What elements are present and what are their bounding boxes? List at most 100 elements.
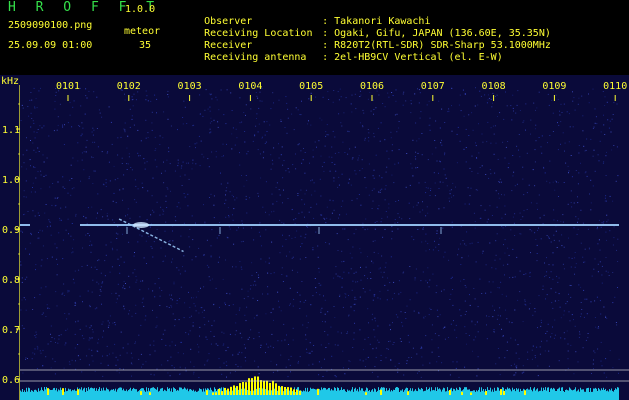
noise-dot — [595, 326, 597, 328]
noise-dot — [370, 110, 372, 112]
noise-dot — [371, 319, 373, 321]
noise-dot — [348, 314, 350, 316]
noise-dot — [342, 200, 344, 202]
noise-dot — [495, 95, 496, 97]
spectrum-bar — [543, 387, 544, 400]
noise-dot — [594, 170, 596, 172]
noise-dot — [59, 219, 61, 221]
noise-dot — [482, 250, 484, 252]
noise-dot — [477, 104, 479, 106]
noise-dot — [597, 226, 598, 228]
noise-dot — [380, 122, 382, 124]
noise-dot — [207, 359, 209, 361]
noise-dot — [348, 368, 350, 369]
spectrum-bar — [618, 387, 619, 400]
spectrum-bar — [480, 391, 481, 400]
spectrum-bar — [440, 389, 441, 400]
spectrum-bar — [256, 388, 257, 400]
noise-dot — [534, 357, 536, 359]
noise-dot — [577, 183, 579, 185]
noise-dot — [100, 290, 102, 292]
noise-dot — [561, 112, 563, 113]
spectrum-bar — [588, 387, 589, 400]
noise-dot — [183, 193, 185, 194]
noise-dot — [236, 229, 238, 231]
noise-dot — [153, 211, 155, 213]
noise-dot — [455, 324, 457, 326]
spectrum-bar — [135, 389, 136, 400]
noise-dot — [223, 114, 225, 116]
spectrum-bar — [414, 390, 415, 400]
noise-dot — [415, 158, 417, 160]
noise-dot — [354, 322, 355, 324]
noise-dot — [317, 245, 319, 247]
noise-dot — [578, 172, 580, 174]
spectrum-bar — [101, 388, 102, 400]
noise-dot — [313, 217, 315, 219]
noise-dot — [38, 90, 40, 92]
spectrum-bar — [165, 390, 166, 400]
noise-dot — [62, 126, 64, 128]
noise-dot — [504, 205, 506, 207]
spectrum-bar — [129, 389, 130, 400]
spectrum-bar — [190, 389, 191, 400]
noise-dot — [37, 346, 39, 348]
noise-dot — [78, 269, 80, 271]
noise-dot — [426, 104, 428, 106]
spectrum-bar — [447, 387, 448, 400]
noise-dot — [170, 298, 172, 300]
noise-dot — [416, 292, 418, 294]
noise-dot — [252, 140, 254, 142]
spectrum-bar — [551, 387, 552, 400]
noise-dot — [425, 335, 427, 337]
noise-dot — [387, 289, 389, 291]
noise-dot — [241, 223, 243, 224]
noise-dot — [34, 137, 36, 139]
spectrogram-plot: 0101 0102 0103 0104 0105 0106 0107 0108 0109 0110… — [0, 75, 629, 400]
noise-dot — [199, 113, 201, 115]
noise-dot — [465, 128, 467, 130]
spectrum-bar — [564, 392, 565, 400]
noise-dot — [171, 294, 172, 296]
spectrum-bar — [430, 391, 431, 400]
noise-dot — [208, 320, 210, 322]
spectrum-bar — [295, 392, 296, 400]
spectrum-bar — [396, 387, 397, 400]
noise-dot — [367, 308, 369, 310]
noise-dot — [159, 214, 161, 216]
noise-dot — [498, 357, 500, 359]
noise-dot — [357, 281, 359, 283]
noise-dot — [243, 112, 245, 113]
noise-dot — [135, 281, 137, 283]
noise-dot — [434, 333, 436, 335]
noise-dot — [365, 358, 367, 360]
noise-dot — [338, 99, 340, 101]
noise-dot — [600, 341, 602, 343]
noise-dot — [77, 355, 79, 357]
spectrum-bar — [517, 389, 518, 400]
noise-dot — [367, 98, 369, 100]
noise-dot — [142, 298, 144, 300]
noise-dot — [534, 185, 536, 187]
noise-dot — [544, 276, 546, 278]
noise-dot — [253, 338, 255, 340]
spectrum-bar — [83, 388, 84, 400]
noise-dot — [199, 165, 201, 167]
noise-dot — [134, 269, 136, 271]
noise-dot — [549, 160, 551, 162]
noise-dot — [494, 125, 496, 127]
noise-dot — [245, 104, 247, 106]
noise-dot — [500, 281, 502, 283]
noise-dot — [35, 177, 37, 179]
noise-dot — [570, 202, 572, 204]
noise-dot — [127, 163, 129, 165]
noise-dot — [563, 103, 565, 105]
noise-dot — [486, 315, 487, 317]
noise-dot — [436, 230, 438, 232]
noise-dot — [278, 157, 280, 159]
noise-dot — [382, 103, 384, 104]
noise-dot — [249, 197, 251, 199]
noise-dot — [145, 137, 147, 139]
noise-dot — [184, 270, 186, 272]
noise-dot — [515, 352, 517, 354]
